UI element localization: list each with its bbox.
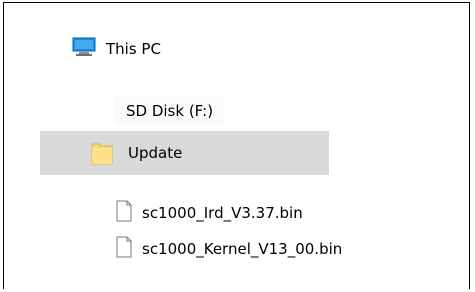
tree-item-update-folder[interactable]: Update (40, 131, 329, 175)
sd-disk-label: SD Disk (F:) (126, 102, 214, 120)
monitor-icon (72, 37, 96, 61)
file-icon (116, 200, 132, 226)
tree-item-sd-disk[interactable]: SD Disk (F:) (114, 96, 226, 126)
tree-item-file[interactable]: sc1000_Kernel_V13_00.bin (116, 235, 342, 263)
file-label: sc1000_Ird_V3.37.bin (142, 204, 303, 222)
explorer-tree-panel: This PC SD Disk (F:) Update sc1000_Ird_V… (3, 2, 470, 289)
file-icon (116, 236, 132, 262)
tree-item-this-pc[interactable]: This PC (72, 36, 161, 62)
update-folder-label: Update (128, 144, 183, 162)
folder-icon (91, 141, 113, 169)
file-label: sc1000_Kernel_V13_00.bin (142, 240, 343, 258)
tree-item-file[interactable]: sc1000_Ird_V3.37.bin (116, 199, 303, 227)
this-pc-label: This PC (106, 40, 161, 58)
